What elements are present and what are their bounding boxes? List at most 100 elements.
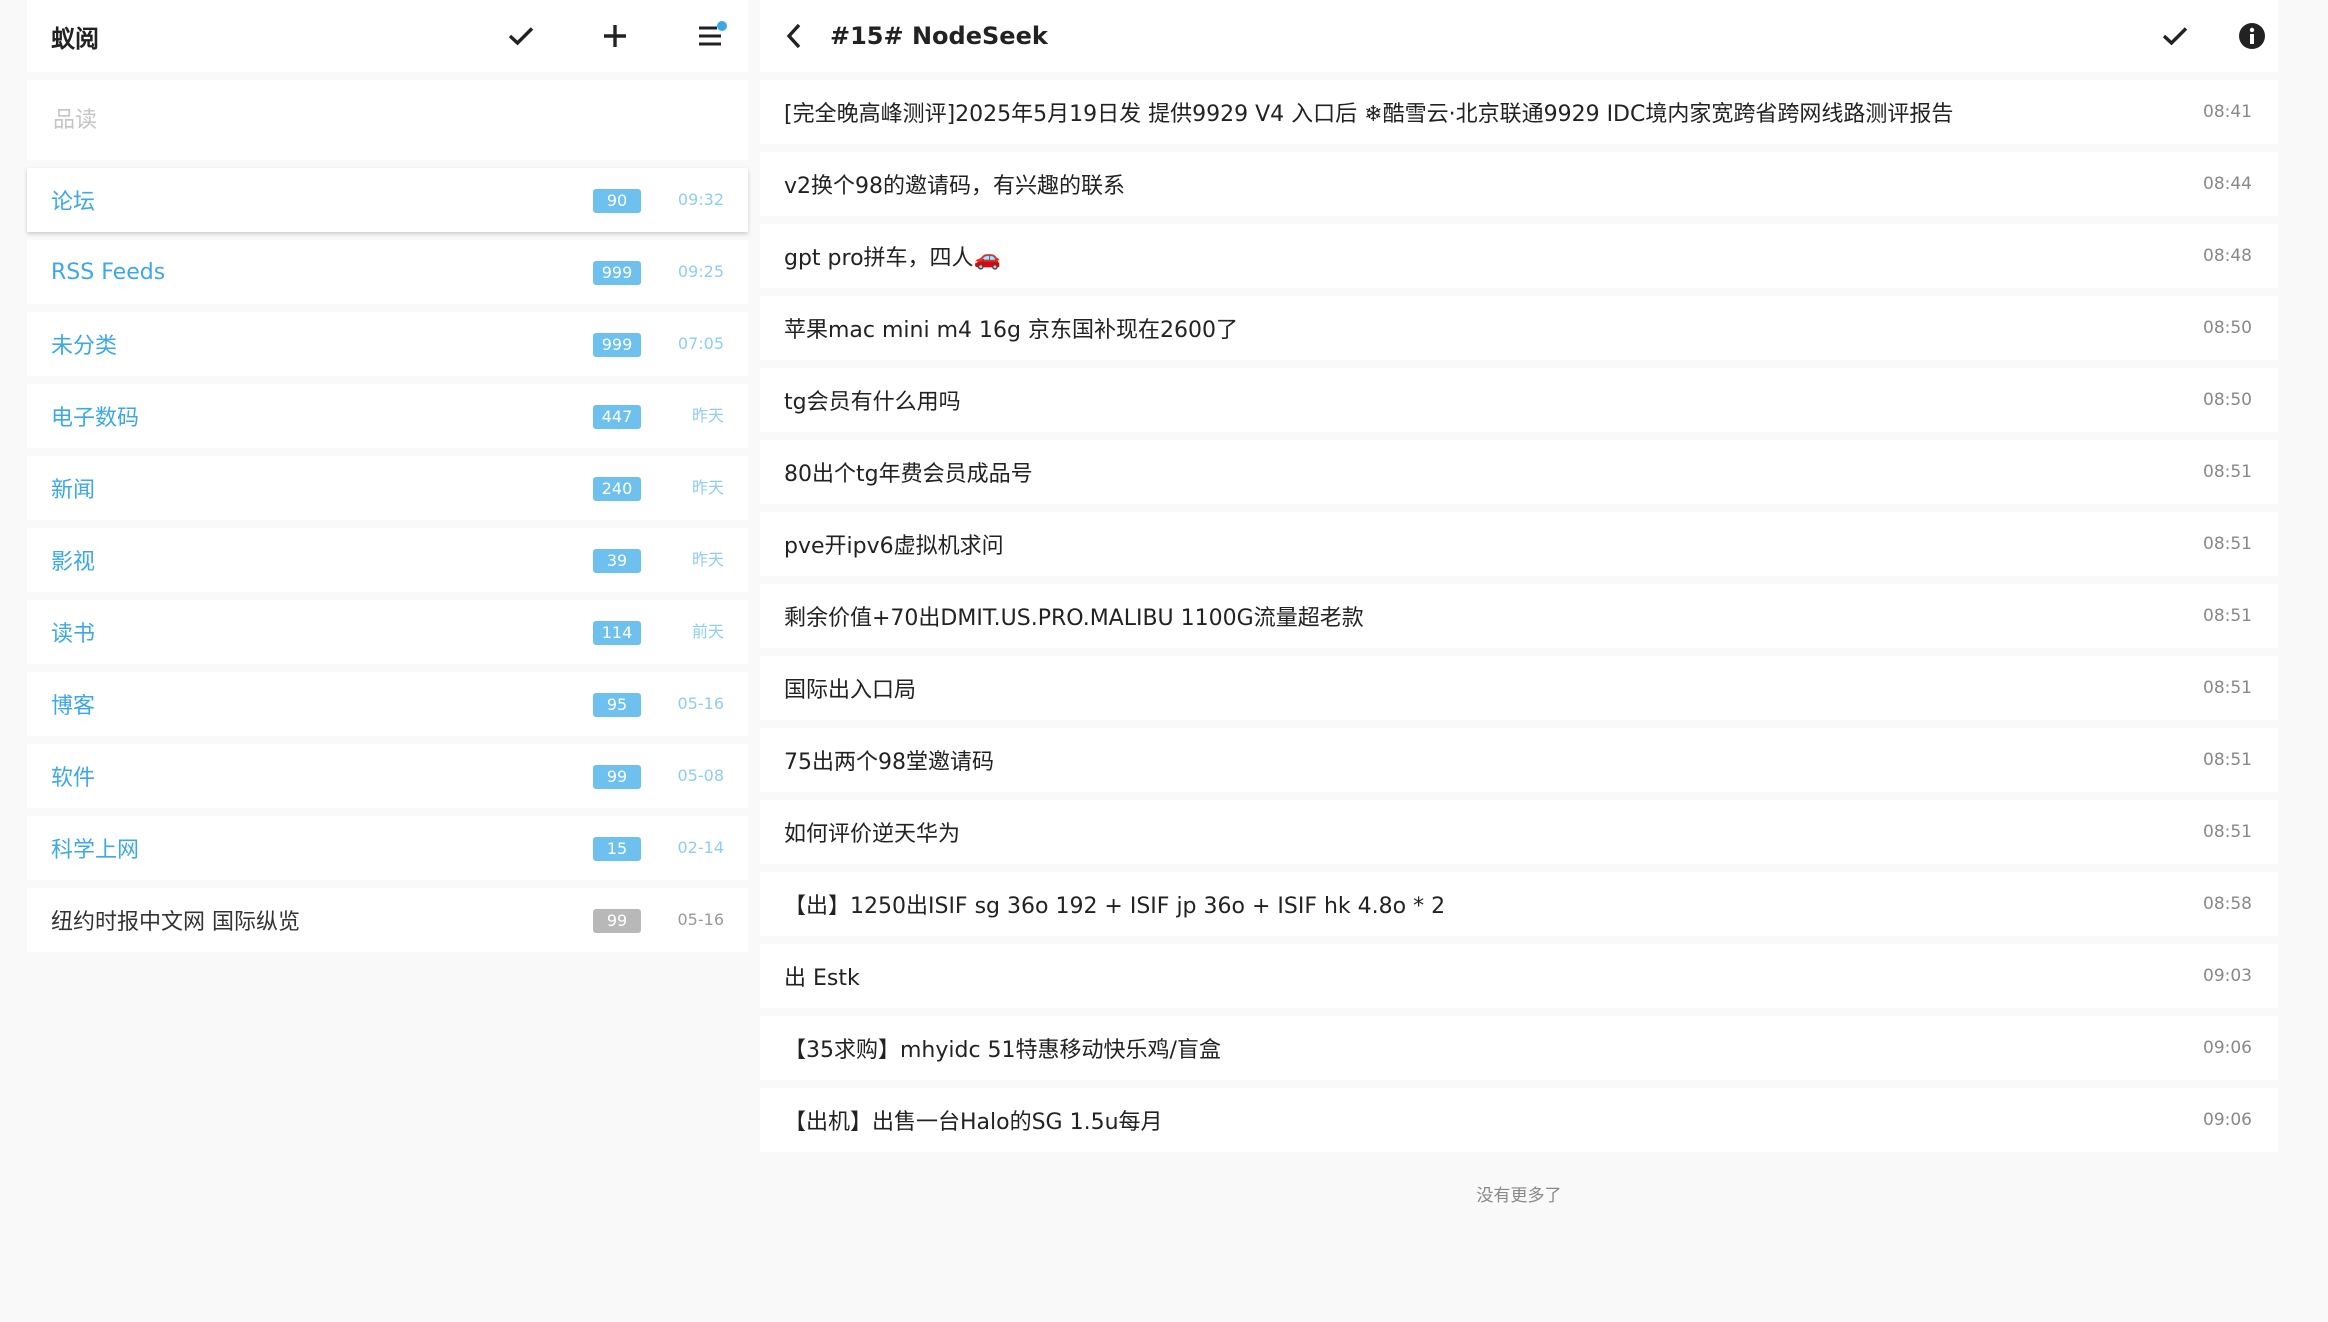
app-title: 蚁阅 [51,24,99,53]
feed-title: #15# NodeSeek [830,22,1048,50]
check-icon[interactable] [503,18,539,54]
article-title: [完全晚高峰测评]2025年5月19日发 提供9929 V4 入口后 ❄酷雪云·… [784,102,1954,127]
category-name: 影视 [51,550,96,575]
category-item[interactable]: 纽约时报中文网 国际纵览 99 05-16 [27,888,748,952]
category-item[interactable]: 科学上网 15 02-14 [27,816,748,880]
article-title: 75出两个98堂邀请码 [784,750,994,775]
article-time: 08:51 [2203,822,2252,842]
article-time: 08:51 [2203,606,2252,626]
sidebar-header: 蚁阅 [27,0,748,72]
category-name: 纽约时报中文网 国际纵览 [51,910,300,935]
article-title: gpt pro拼车，四人🚗 [784,246,1001,271]
unread-badge: 447 [593,405,641,429]
unread-badge: 99 [593,909,641,933]
menu-icon[interactable] [692,18,728,54]
article-title: 80出个tg年费会员成品号 [784,462,1033,487]
article-title: 苹果mac mini m4 16g 京东国补现在2600了 [784,318,1238,343]
category-item[interactable]: 博客 95 05-16 [27,672,748,736]
category-name: 新闻 [51,478,96,503]
feed-header: #15# NodeSeek [760,0,2278,72]
category-name: 博客 [51,694,96,719]
category-time: 昨天 [691,550,724,569]
category-item[interactable]: 软件 99 05-08 [27,744,748,808]
article-item[interactable]: pve开ipv6虚拟机求问 08:51 [760,512,2278,576]
notification-dot [717,21,727,31]
category-name: 软件 [51,766,96,791]
article-item[interactable]: 【出】1250出ISIF sg 36o 192 + ISIF jp 36o + … [760,872,2278,936]
article-item[interactable]: 国际出入口局 08:51 [760,656,2278,720]
article-time: 08:50 [2203,318,2252,338]
category-item[interactable]: 影视 39 昨天 [27,528,748,592]
unread-badge: 90 [593,189,641,213]
article-title: 出 Estk [784,966,860,991]
article-time: 08:51 [2203,534,2252,554]
article-item[interactable]: tg会员有什么用吗 08:50 [760,368,2278,432]
article-item[interactable]: 【出机】出售一台Halo的SG 1.5u每月 09:06 [760,1088,2278,1152]
category-time: 09:25 [677,262,724,281]
article-item[interactable]: 【35求购】mhyidc 51特惠移动快乐鸡/盲盒 09:06 [760,1016,2278,1080]
category-name: RSS Feeds [51,259,166,285]
article-title: 【35求购】mhyidc 51特惠移动快乐鸡/盲盒 [784,1038,1221,1063]
article-time: 09:03 [2203,966,2252,986]
category-item[interactable]: RSS Feeds 999 09:25 [27,240,748,304]
category-item[interactable]: 读书 114 前天 [27,600,748,664]
article-item[interactable]: 80出个tg年费会员成品号 08:51 [760,440,2278,504]
article-item[interactable]: v2换个98的邀请码，有兴趣的联系 08:44 [760,152,2278,216]
search-input[interactable] [51,106,695,134]
article-item[interactable]: 剩余价值+70出DMIT.US.PRO.MALIBU 1100G流量超老款 08… [760,584,2278,648]
category-name: 论坛 [51,190,96,215]
article-title: 如何评价逆天华为 [784,822,961,847]
article-title: 剩余价值+70出DMIT.US.PRO.MALIBU 1100G流量超老款 [784,606,1364,631]
category-time: 05-16 [677,694,725,713]
article-title: tg会员有什么用吗 [784,390,961,415]
category-item[interactable]: 新闻 240 昨天 [27,456,748,520]
article-item[interactable]: 苹果mac mini m4 16g 京东国补现在2600了 08:50 [760,296,2278,360]
back-icon[interactable] [776,18,812,54]
plus-icon[interactable] [597,18,633,54]
article-time: 08:51 [2203,750,2252,770]
search-row [27,80,748,160]
info-icon[interactable] [2234,18,2270,54]
unread-badge: 39 [593,549,641,573]
unread-badge: 999 [593,261,641,285]
article-item[interactable]: 如何评价逆天华为 08:51 [760,800,2278,864]
category-item[interactable]: 论坛 90 09:32 [27,168,748,232]
unread-badge: 99 [593,765,641,789]
category-time: 05-16 [677,910,725,929]
category-time: 09:32 [677,190,724,209]
category-time: 昨天 [691,406,724,425]
article-time: 09:06 [2203,1038,2252,1058]
article-time: 08:58 [2203,894,2252,914]
check-icon[interactable] [2157,18,2193,54]
feed-panel: #15# NodeSeek [完全晚高峰测评]2025年5月19日发 提供992… [760,0,2278,1206]
unread-badge: 95 [593,693,641,717]
category-time: 07:05 [677,334,724,353]
category-name: 科学上网 [51,838,140,863]
article-time: 08:51 [2203,462,2252,482]
category-time: 昨天 [691,478,724,497]
category-item[interactable]: 未分类 999 07:05 [27,312,748,376]
article-item[interactable]: gpt pro拼车，四人🚗 08:48 [760,224,2278,288]
article-time: 08:48 [2203,246,2252,266]
category-name: 未分类 [51,334,118,359]
sidebar-panel: 蚁阅 论坛 90 09:32 RSS Feeds 999 09:25 未分类 9… [27,0,748,952]
category-time: 02-14 [677,838,725,857]
article-title: 国际出入口局 [784,678,917,703]
article-time: 09:06 [2203,1110,2252,1130]
unread-badge: 999 [593,333,641,357]
article-item[interactable]: 出 Estk 09:03 [760,944,2278,1008]
category-time: 05-08 [677,766,725,785]
article-title: 【出机】出售一台Halo的SG 1.5u每月 [784,1110,1163,1135]
unread-badge: 240 [593,477,641,501]
category-item[interactable]: 电子数码 447 昨天 [27,384,748,448]
article-time: 08:51 [2203,678,2252,698]
article-title: v2换个98的邀请码，有兴趣的联系 [784,174,1126,199]
article-list: [完全晚高峰测评]2025年5月19日发 提供9929 V4 入口后 ❄酷雪云·… [760,80,2278,1152]
article-time: 08:50 [2203,390,2252,410]
category-name: 电子数码 [51,406,140,431]
article-item[interactable]: 75出两个98堂邀请码 08:51 [760,728,2278,792]
article-title: pve开ipv6虚拟机求问 [784,534,1004,559]
category-time: 前天 [691,622,724,641]
category-name: 读书 [51,622,96,647]
article-item[interactable]: [完全晚高峰测评]2025年5月19日发 提供9929 V4 入口后 ❄酷雪云·… [760,80,2278,144]
